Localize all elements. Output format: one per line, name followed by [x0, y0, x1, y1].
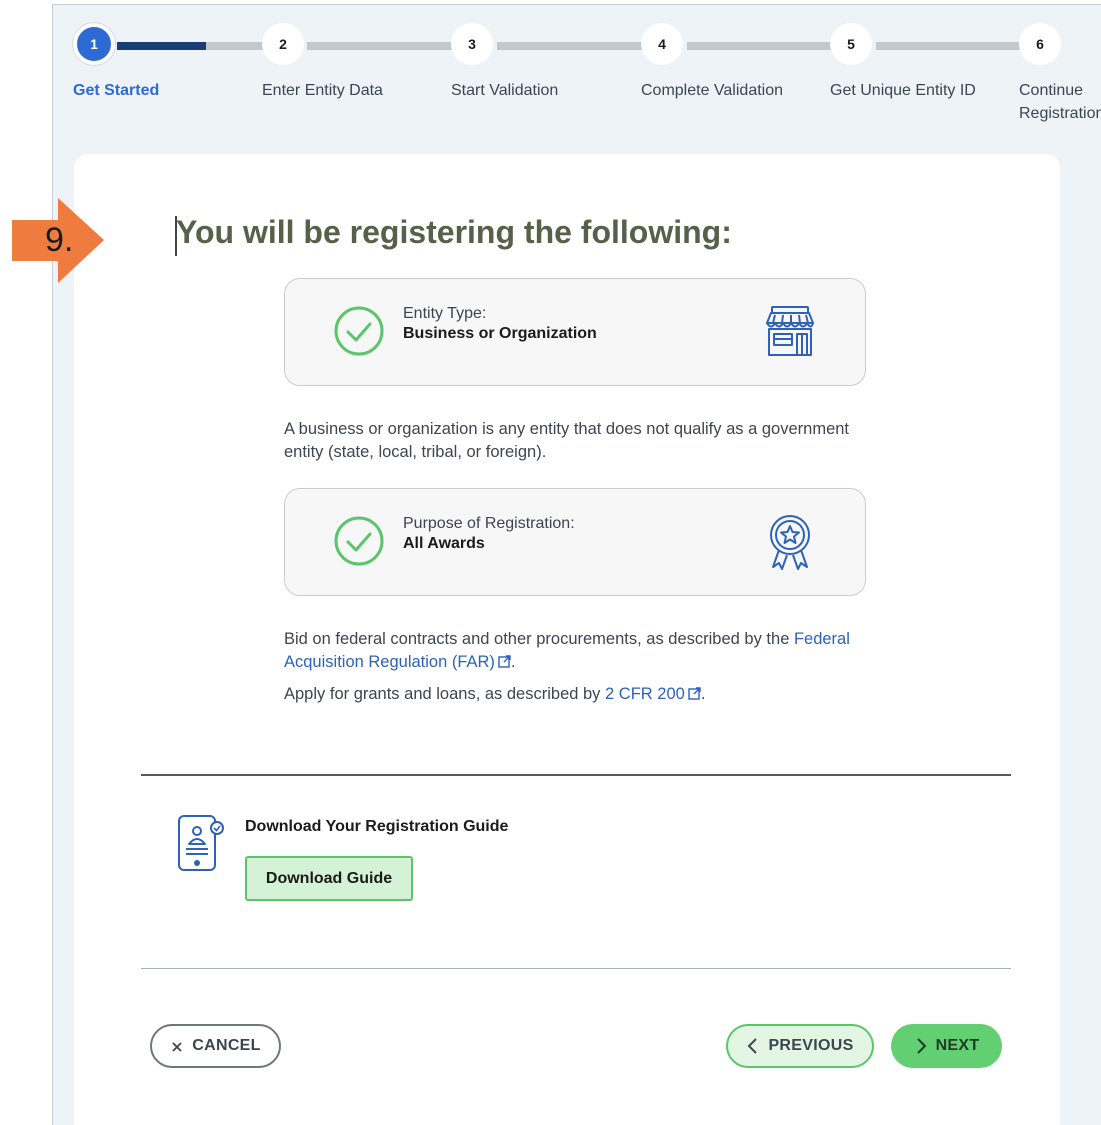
- step-label: Start Validation: [451, 82, 559, 99]
- callout-step-number: 9.: [45, 221, 74, 259]
- previous-label: PREVIOUS: [768, 1037, 854, 1054]
- registration-panel: 1 Get Started 2 Enter Entity Data 3 Star…: [52, 4, 1101, 1125]
- grants-text-end: .: [700, 685, 706, 703]
- entity-type-label: Entity Type:: [403, 305, 487, 322]
- page-title: You will be registering the following:: [176, 214, 732, 250]
- purpose-value: All Awards: [403, 535, 485, 552]
- external-link-icon: [688, 687, 701, 700]
- step-label-line1: Continue: [1019, 82, 1084, 99]
- step-connector-3: [497, 42, 645, 50]
- step-label-line2: Registration: [1019, 105, 1101, 122]
- purpose-card: Purpose of Registration: All Awards: [284, 488, 866, 596]
- procurement-text: Bid on federal contracts and other procu…: [284, 630, 794, 648]
- purpose-procurement-text: Bid on federal contracts and other procu…: [284, 628, 874, 674]
- chevron-left-icon: [748, 1038, 758, 1054]
- cfr-link[interactable]: 2 CFR 200: [605, 685, 701, 703]
- chevron-right-icon: [916, 1038, 926, 1054]
- step-number: 5: [830, 23, 872, 65]
- step-label: Enter Entity Data: [262, 82, 383, 99]
- entity-type-description: A business or organization is any entity…: [284, 420, 850, 461]
- step-connector-1: [117, 42, 265, 50]
- step-label: Complete Validation: [641, 82, 784, 99]
- progress-stepper: 1 Get Started 2 Enter Entity Data 3 Star…: [53, 5, 1101, 145]
- step-label: Get Unique Entity ID: [830, 82, 976, 99]
- step-connector-4: [687, 42, 835, 50]
- external-link-icon: [498, 655, 511, 668]
- mobile-guide-icon: [178, 815, 224, 871]
- entity-type-card: Entity Type: Business or Organization: [284, 278, 866, 386]
- step-label: Continue Registration: [1019, 79, 1101, 125]
- step-label: Get Started: [73, 82, 160, 99]
- step-progress-fill: [117, 42, 206, 50]
- step-number: 1: [73, 23, 115, 65]
- main-card: You will be registering the following: E…: [74, 154, 1060, 1125]
- download-guide-button[interactable]: Download Guide: [245, 856, 413, 901]
- award-ribbon-icon: [770, 515, 810, 570]
- entity-type-value: Business or Organization: [403, 325, 597, 342]
- step-number: 3: [451, 23, 493, 65]
- cfr-link-text: 2 CFR 200: [605, 685, 685, 703]
- next-button[interactable]: NEXT: [891, 1024, 1002, 1068]
- grants-text: Apply for grants and loans, as described…: [284, 685, 606, 703]
- section-divider: [141, 774, 1011, 776]
- step-connector-5: [876, 42, 1024, 50]
- next-label: NEXT: [935, 1037, 980, 1054]
- check-circle-icon: [334, 516, 384, 566]
- footer-divider: [141, 968, 1011, 969]
- check-circle-icon: [334, 306, 384, 356]
- step-number: 6: [1019, 23, 1061, 65]
- guide-title: Download Your Registration Guide: [245, 818, 509, 835]
- purpose-grants-text: Apply for grants and loans, as described…: [284, 683, 874, 706]
- storefront-icon: [766, 306, 814, 356]
- cancel-label: CANCEL: [192, 1037, 261, 1054]
- step-number: 2: [262, 23, 304, 65]
- purpose-label: Purpose of Registration:: [403, 515, 575, 532]
- step-number: 4: [641, 23, 683, 65]
- cancel-button[interactable]: CANCEL: [150, 1024, 281, 1068]
- previous-button[interactable]: PREVIOUS: [726, 1024, 874, 1068]
- procurement-text-end: .: [510, 653, 516, 671]
- close-icon: [172, 1042, 182, 1052]
- step-connector-2: [307, 42, 455, 50]
